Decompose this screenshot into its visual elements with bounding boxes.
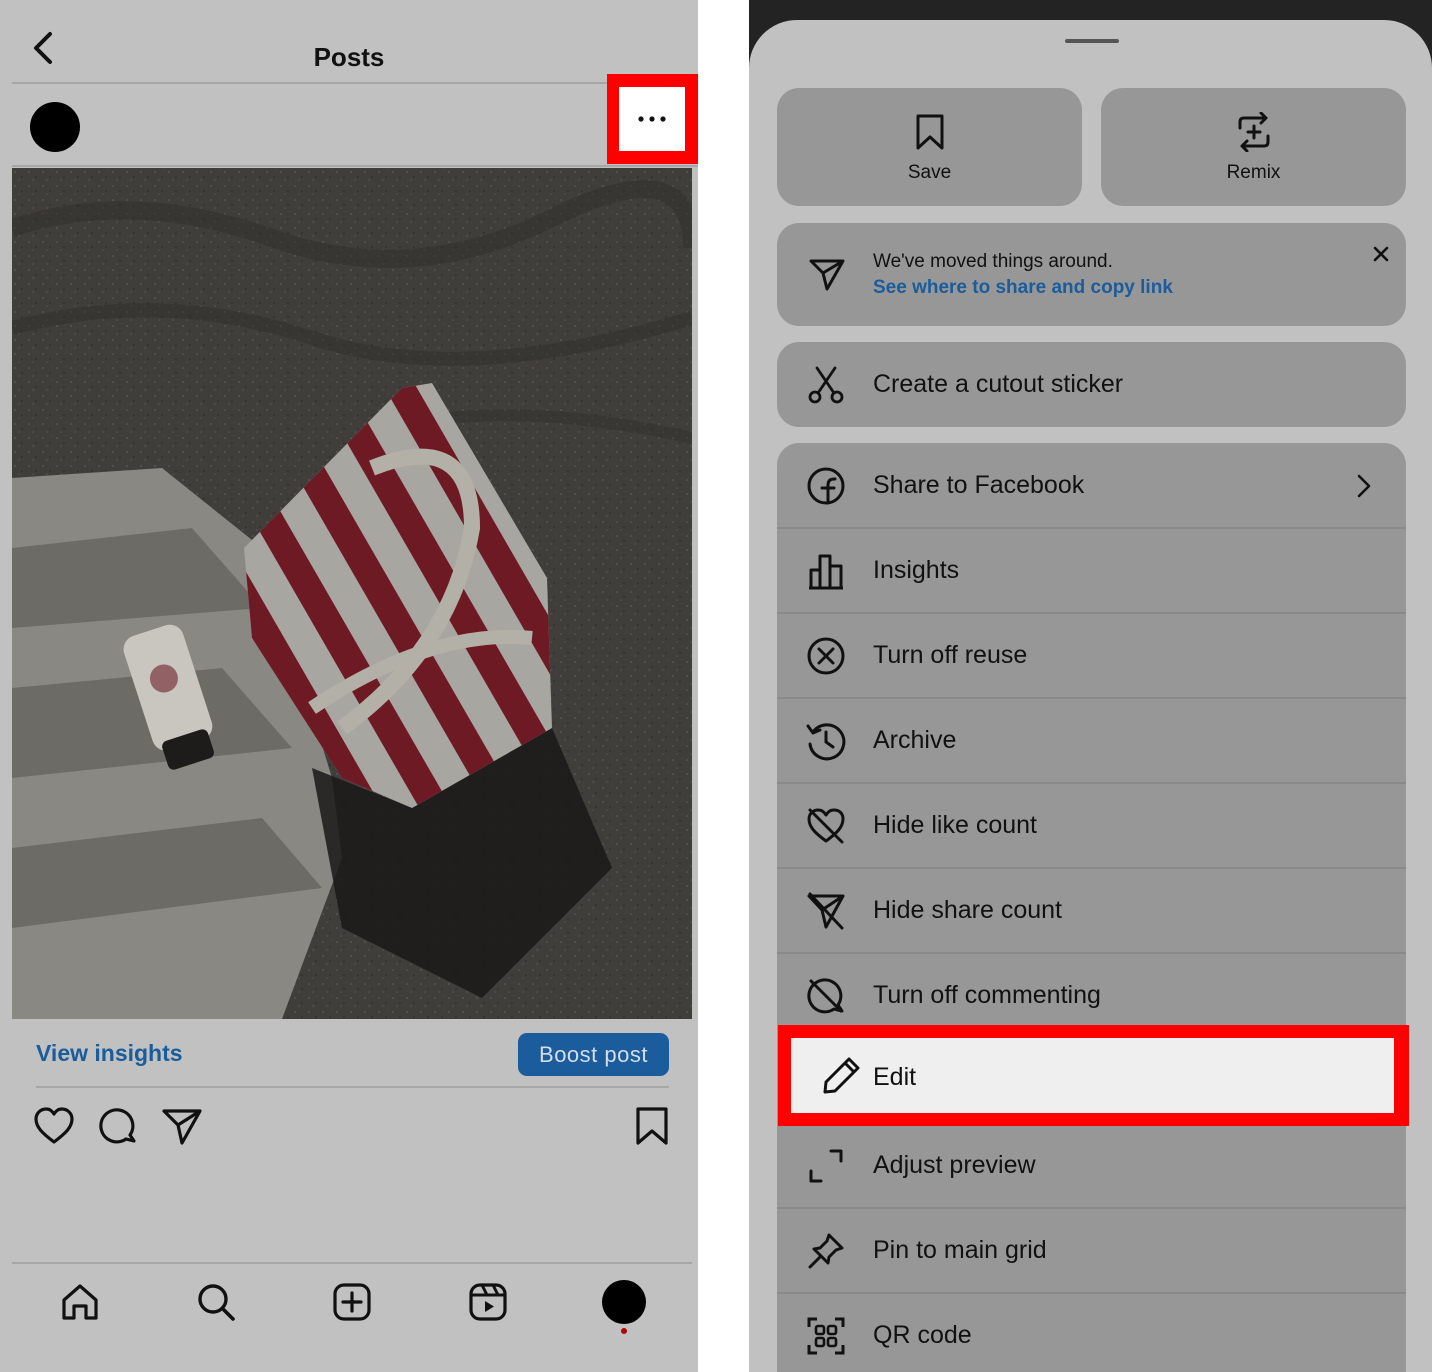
more-horizontal-icon	[638, 116, 666, 122]
expand-icon	[809, 1149, 843, 1183]
like-button[interactable]	[32, 1105, 76, 1149]
send-icon	[809, 259, 845, 291]
plus-square-icon	[333, 1283, 371, 1321]
avatar[interactable]	[30, 102, 80, 152]
post-photo[interactable]	[12, 168, 692, 1019]
menu-item-pin-to-main-grid[interactable]: Pin to main grid	[777, 1208, 1406, 1293]
actions-divider	[36, 1086, 669, 1088]
page-title: Posts	[313, 42, 385, 72]
save-label: Save	[907, 162, 952, 183]
options-bottom-sheet: Save Remix We've moved things around. Se…	[749, 20, 1432, 1372]
menu-label: Turn off commenting	[873, 981, 1101, 1009]
remix-icon	[1238, 112, 1269, 152]
menu-item-edit[interactable]: Edit	[791, 1038, 1394, 1113]
nav-profile-avatar[interactable]	[602, 1280, 646, 1324]
menu-item-insights[interactable]: Insights	[777, 528, 1406, 613]
share-button[interactable]	[160, 1105, 204, 1149]
menu-label: Edit	[873, 1063, 917, 1091]
search-icon	[198, 1284, 235, 1321]
bookmark-icon	[636, 1107, 668, 1145]
edit-highlight: Edit	[778, 1025, 1409, 1126]
menu-label: Hide like count	[873, 811, 1037, 839]
menu-item-adjust-preview[interactable]: Adjust preview	[777, 1123, 1406, 1208]
save-button[interactable]: Save	[777, 88, 1082, 206]
nav-reels[interactable]	[464, 1278, 512, 1326]
pin-icon	[808, 1233, 844, 1269]
menu-label: Archive	[873, 726, 957, 754]
comment-icon	[99, 1108, 136, 1144]
nav-search[interactable]	[192, 1278, 240, 1326]
tabbar-divider	[12, 1262, 692, 1264]
bookmark-icon	[916, 114, 943, 150]
nav-home[interactable]	[56, 1278, 104, 1326]
chevron-right-icon	[1357, 474, 1371, 498]
profile-notification-dot	[621, 1328, 627, 1334]
comment-button[interactable]	[96, 1105, 140, 1149]
comment-off-icon	[807, 978, 844, 1014]
menu-label: Insights	[873, 556, 960, 584]
share-link-notice-link[interactable]: See where to share and copy link	[873, 277, 1173, 299]
menu-item-archive[interactable]: Archive	[777, 698, 1406, 783]
menu-label: Hide share count	[873, 896, 1063, 924]
menu-item-share-to-facebook[interactable]: Share to Facebook	[777, 443, 1406, 528]
cutout-sticker-button[interactable]: Create a cutout sticker	[777, 342, 1406, 427]
x-circle-icon	[807, 637, 845, 675]
sheet-drag-handle[interactable]	[1065, 39, 1119, 43]
menu-item-turn-off-reuse[interactable]: Turn off reuse	[777, 613, 1406, 698]
menu-label: QR code	[873, 1321, 972, 1349]
menu-item-hide-like-count[interactable]: Hide like count	[777, 783, 1406, 868]
menu-label: Turn off reuse	[873, 641, 1028, 669]
notice-text: We've moved things around.	[873, 251, 1113, 272]
heart-off-icon	[807, 808, 845, 844]
save-post-button[interactable]	[630, 1105, 674, 1149]
menu-label: Share to Facebook	[873, 471, 1085, 499]
menu-item-hide-share-count[interactable]: Hide share count	[777, 868, 1406, 953]
more-options-button[interactable]	[619, 87, 685, 151]
menu-label: Adjust preview	[873, 1151, 1036, 1179]
qr-code-icon	[807, 1317, 845, 1355]
scissors-icon	[808, 366, 844, 404]
view-insights-link[interactable]: View insights	[36, 1040, 183, 1067]
close-icon[interactable]	[1370, 243, 1392, 265]
remix-label: Remix	[1226, 162, 1281, 183]
moved-notice: We've moved things around. See where to …	[777, 223, 1406, 326]
more-options-highlight	[607, 74, 698, 164]
menu-label: Pin to main grid	[873, 1236, 1047, 1264]
remix-button[interactable]: Remix	[1101, 88, 1406, 206]
history-icon	[806, 723, 846, 761]
nav-create[interactable]	[328, 1278, 376, 1326]
reels-icon	[469, 1283, 507, 1321]
header-divider	[12, 82, 610, 84]
send-off-icon	[807, 892, 845, 930]
bar-chart-icon	[809, 554, 843, 590]
heart-icon	[34, 1107, 74, 1144]
post-header-divider	[12, 165, 698, 167]
menu-item-qr-code[interactable]: QR code	[777, 1293, 1406, 1372]
beach-photo-image	[12, 168, 692, 1019]
post-screen: Posts View insights Boost post	[0, 0, 698, 1372]
send-icon	[162, 1109, 202, 1145]
cutout-sticker-label: Create a cutout sticker	[873, 370, 1124, 398]
options-menu-list: Share to Facebook Insights Turn off reus…	[777, 443, 1406, 1372]
pencil-icon	[823, 1057, 860, 1094]
facebook-icon	[807, 467, 845, 505]
boost-post-button[interactable]: Boost post	[518, 1033, 669, 1076]
home-icon	[62, 1284, 98, 1320]
